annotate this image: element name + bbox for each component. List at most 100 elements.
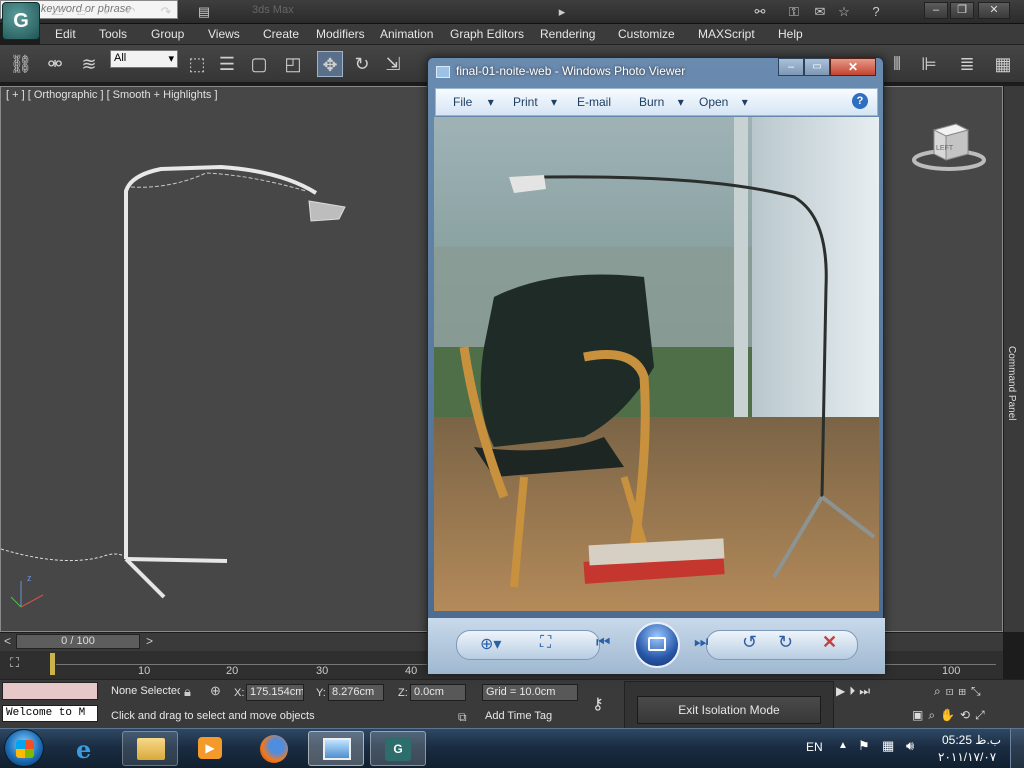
mini-curve-editor-icon[interactable]: ⛶ [10, 655, 30, 673]
delete-icon[interactable]: ✕ [822, 632, 837, 653]
actual-size-icon[interactable]: ⛶ [540, 634, 551, 652]
menu-graph-editors[interactable]: Graph Editors [450, 27, 524, 41]
taskbar-media-player[interactable]: ▶ [182, 731, 238, 766]
pv-menu-burn[interactable]: Burn ▾ [639, 95, 684, 109]
add-time-tag[interactable]: Add Time Tag [482, 709, 578, 726]
photo-viewer-window[interactable]: final-01-noite-web - Windows Photo Viewe… [427, 57, 885, 674]
close-button[interactable]: ✕ [978, 2, 1010, 19]
clock-time[interactable]: 05:25 ب.ظ [942, 733, 1001, 747]
mirror-icon[interactable]: ⫴ [884, 51, 910, 77]
select-and-scale-icon[interactable]: ⇲ [380, 51, 406, 77]
exit-isolation-button[interactable]: Exit Isolation Mode [637, 696, 821, 724]
project-folder-icon[interactable]: ▤ [194, 3, 214, 21]
open-folder-icon[interactable]: ▱ [72, 3, 92, 21]
zoom-icon[interactable]: ⊕▾ [480, 634, 501, 654]
menu-modifiers[interactable]: Modifiers [316, 27, 365, 41]
application-button-icon[interactable]: G [2, 2, 40, 40]
key-icon[interactable]: ⚷ [592, 694, 604, 714]
menu-group[interactable]: Group [151, 27, 184, 41]
select-object-icon[interactable]: ⬚ [184, 51, 210, 77]
language-indicator[interactable]: EN [806, 740, 823, 754]
pv-maximize-button[interactable]: ▭ [804, 58, 830, 76]
rectangular-selection-icon[interactable]: ▢ [246, 51, 272, 77]
link-icon[interactable]: ⛓ [8, 51, 34, 77]
next-frame-icon[interactable]: ⏵ [849, 684, 859, 698]
redo-icon[interactable]: ↷ [156, 3, 176, 21]
pan-hand-icon[interactable]: ✋ [940, 708, 960, 722]
zoom-icon[interactable]: ⌕ [934, 684, 946, 698]
menu-views[interactable]: Views [208, 27, 240, 41]
expand-arrow-icon[interactable]: ▸ [552, 3, 572, 21]
subscription-key-icon[interactable]: ⚿ [784, 3, 804, 21]
rotate-clockwise-icon[interactable]: ↻ [778, 632, 793, 653]
viewport-nav-controls-2[interactable]: ▣⌕✋⟲⤢ [912, 708, 990, 723]
graphite-toolbar-icon[interactable]: ▦ [990, 51, 1016, 77]
menu-animation[interactable]: Animation [380, 27, 433, 41]
maximize-viewport-icon[interactable]: ⤡ [971, 684, 986, 698]
save-icon[interactable]: ▪ [96, 3, 116, 21]
lock-icon[interactable]: 🔒︎ [184, 684, 191, 700]
orbit-icon[interactable]: ⟲ [960, 708, 975, 722]
select-by-name-icon[interactable]: ☰ [214, 51, 240, 77]
undo-icon[interactable]: ↶ [120, 3, 140, 21]
maxscript-mini-listener[interactable]: Welcome to M [2, 705, 98, 722]
frame-counter[interactable]: 0 / 100 [16, 634, 140, 649]
action-center-icon[interactable]: ⚑ [858, 738, 870, 754]
network-icon[interactable]: ▦ [882, 738, 894, 754]
z-coordinate-field[interactable]: 0.0cm [410, 684, 466, 701]
slider-prev-icon[interactable]: < [4, 634, 11, 648]
menu-maxscript[interactable]: MAXScript [698, 27, 755, 41]
binoculars-icon[interactable]: ⚯ [750, 3, 770, 21]
time-slider-handle[interactable] [50, 653, 55, 675]
taskbar-photo-viewer[interactable] [308, 731, 364, 766]
menu-tools[interactable]: Tools [99, 27, 127, 41]
pv-help-icon[interactable]: ? [852, 93, 868, 109]
maxscript-listener-pink[interactable] [2, 682, 98, 700]
selection-filter-dropdown[interactable]: All ▾ [110, 50, 178, 68]
communication-icon[interactable]: ✉ [810, 3, 830, 21]
playback-controls[interactable]: ▶⏵⏭ [836, 684, 874, 699]
pv-menu-file[interactable]: File ▾ [453, 95, 494, 109]
maximize-button[interactable]: ❐ [950, 2, 974, 19]
maximize-toggle-icon[interactable]: ⤢ [975, 708, 990, 722]
field-of-view-icon[interactable]: ▣ [912, 708, 928, 722]
taskbar-firefox[interactable] [246, 731, 302, 766]
select-and-move-icon[interactable]: ✥ [317, 51, 343, 77]
start-button[interactable] [4, 729, 44, 767]
region-zoom-icon[interactable]: ⌕ [928, 708, 940, 722]
y-coordinate-field[interactable]: 8.276cm [328, 684, 384, 701]
show-desktop-button[interactable] [1010, 729, 1024, 768]
viewcube[interactable]: LEFT [912, 120, 986, 174]
layer-manager-icon[interactable]: ≣ [954, 51, 980, 77]
play-icon[interactable]: ▶ [836, 684, 849, 698]
x-coordinate-field[interactable]: 175.154cm [246, 684, 304, 701]
absolute-mode-icon[interactable]: ⊕ [210, 683, 221, 699]
previous-icon[interactable]: ⏮ [596, 634, 610, 652]
menu-rendering[interactable]: Rendering [540, 27, 595, 41]
slider-next-icon[interactable]: > [146, 634, 153, 648]
show-hidden-icons-icon[interactable]: ▲ [838, 740, 848, 751]
pv-menu-print[interactable]: Print ▾ [513, 95, 557, 109]
clock-date[interactable]: ۲۰۱۱/۱۷/۰۷ [938, 750, 996, 764]
unlink-icon[interactable]: ⚮ [42, 51, 68, 77]
menu-customize[interactable]: Customize [618, 27, 675, 41]
pv-close-button[interactable]: ✕ [830, 58, 876, 76]
next-icon[interactable]: ⏭ [694, 634, 708, 652]
select-and-rotate-icon[interactable]: ↻ [349, 51, 375, 77]
pv-menu-open[interactable]: Open ▾ [699, 95, 748, 109]
minimize-button[interactable]: – [924, 2, 948, 19]
menu-help[interactable]: Help [778, 27, 803, 41]
favorites-star-icon[interactable]: ☆ [834, 3, 854, 21]
zoom-all-icon[interactable]: ⊡ [946, 684, 959, 698]
align-icon[interactable]: ⊫ [916, 51, 942, 77]
viewport-nav-controls[interactable]: ⌕⊡⊞⤡ [934, 684, 986, 699]
new-file-icon[interactable]: ▭ [48, 3, 68, 21]
menu-edit[interactable]: Edit [55, 27, 76, 41]
window-crossing-icon[interactable]: ◰ [280, 51, 306, 77]
time-tag-icon[interactable]: ⧉ [458, 710, 467, 725]
bind-space-warp-icon[interactable]: ≋ [76, 51, 102, 77]
taskbar-internet-explorer[interactable]: e [62, 731, 118, 766]
rotate-counterclockwise-icon[interactable]: ↺ [742, 632, 757, 653]
pv-menu-email[interactable]: E-mail [577, 95, 611, 109]
volume-icon[interactable]: 🔊︎ [906, 738, 914, 754]
